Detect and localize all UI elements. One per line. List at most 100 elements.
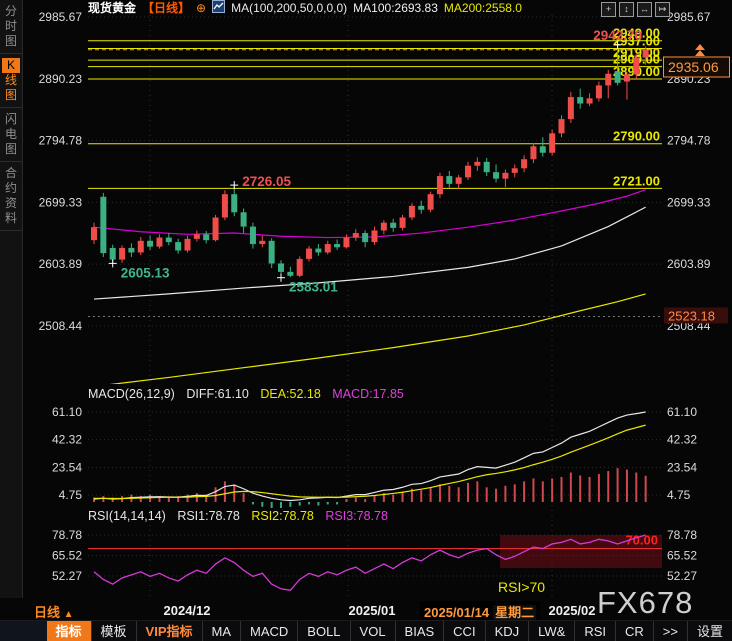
candle-body	[456, 177, 462, 183]
selected-weekday: 星期二	[493, 605, 536, 620]
macd-y-axis-label-right: 42.32	[667, 433, 697, 447]
toolbar-item-设置[interactable]: 设置	[687, 621, 732, 641]
candle-body	[241, 212, 247, 226]
rsi-y-axis-label-left: 65.52	[52, 548, 82, 562]
macd-hist-bar	[551, 478, 553, 502]
toolbar-item-CCI[interactable]: CCI	[443, 621, 484, 641]
sidebar-tab-0[interactable]: 分时图	[0, 0, 22, 54]
main-y-axis-label-left: 2699.33	[39, 195, 83, 209]
sidebar-tab-char: 图	[0, 88, 22, 103]
ma-line-MA50	[94, 190, 646, 238]
sidebar-tab-1[interactable]: K线图	[0, 54, 22, 108]
rsi2-value: RSI2:78.78	[251, 509, 314, 523]
candle-body	[91, 227, 97, 240]
trading-app: 分时图K线图闪电图合约资料 现货黄金【日线】 ⊕ MA(100,200,50,0…	[0, 0, 732, 641]
add-compare-icon[interactable]: ⊕	[196, 1, 206, 15]
macd-hist-bar	[420, 490, 422, 502]
candle-body	[269, 241, 275, 264]
candle-body	[446, 176, 452, 184]
candle-body	[400, 217, 406, 227]
period-selector[interactable]: 日线 ▲	[34, 602, 74, 621]
toolbar-item->>[interactable]: >>	[653, 621, 687, 641]
toolbar-item-BIAS[interactable]: BIAS	[395, 621, 444, 641]
ma-line-MA200	[94, 294, 646, 387]
macd-y-axis-label-left: 23.54	[52, 460, 82, 474]
sidebar-tab-char: 图	[0, 34, 22, 49]
macd-hist-bar	[448, 486, 450, 502]
sidebar-tab-2[interactable]: 闪电图	[0, 108, 22, 162]
macd-hist-bar	[645, 476, 647, 502]
macd-params-label[interactable]: MACD(26,12,9)	[88, 387, 175, 401]
candle-body	[297, 259, 303, 276]
macd-hist-bar	[589, 477, 591, 502]
macd-hist-bar	[514, 484, 516, 502]
bottom-toolbar: 指标模板VIP指标MAMACDBOLLVOLBIASCCIKDJLW&RSICR…	[0, 620, 732, 641]
zoom-horizontal-icon[interactable]: ↔	[637, 2, 652, 17]
macd-hist-bar	[476, 481, 478, 502]
candle-body	[278, 263, 284, 271]
price-up-arrows-icon	[695, 44, 705, 56]
macd-hist-bar	[579, 475, 581, 502]
macd-hist-bar	[542, 481, 544, 502]
candle-body	[156, 238, 162, 247]
toolbar-item-BOLL[interactable]: BOLL	[297, 621, 349, 641]
candle-body	[587, 98, 593, 103]
candle-body	[381, 223, 387, 231]
macd-dea-value: DEA:52.18	[260, 387, 320, 401]
chart-style-icon[interactable]	[212, 0, 225, 16]
toolbar-item-LW&[interactable]: LW&	[528, 621, 574, 641]
crosshair-tool-icon[interactable]: +	[601, 2, 616, 17]
candle-body	[110, 248, 116, 260]
toolbar-item-KDJ[interactable]: KDJ	[485, 621, 529, 641]
ma100-value: MA100:2693.83	[353, 1, 438, 15]
main-y-axis-label-right: 2603.89	[667, 257, 711, 271]
sidebar-tab-3[interactable]: 合约资料	[0, 162, 22, 231]
candle-body	[306, 249, 312, 259]
toolbar-corner	[0, 621, 47, 641]
sidebar-tab-char: 闪	[0, 112, 22, 127]
macd-hist-bar	[243, 493, 245, 502]
toolbar-item-RSI[interactable]: RSI	[574, 621, 615, 641]
macd-hist-bar	[261, 502, 263, 507]
candle-body	[409, 206, 415, 218]
candle-body	[250, 227, 256, 244]
toolbar-item-CR[interactable]: CR	[615, 621, 653, 641]
candle-body	[568, 97, 574, 119]
chart-canvas[interactable]: 2985.672985.672890.232890.232794.782794.…	[0, 0, 732, 641]
sidebar-tab-char: 分	[0, 4, 22, 19]
price-annotation: 2583.01	[289, 280, 338, 295]
ma200-value: MA200:2558.0	[444, 1, 522, 15]
candle-body	[353, 233, 359, 238]
candle-body	[577, 97, 583, 103]
toolbar-item-MACD[interactable]: MACD	[240, 621, 297, 641]
macd-hist-bar	[626, 470, 628, 502]
current-price-value: 2935.06	[668, 59, 719, 75]
macd-y-axis-label-left: 4.75	[59, 488, 83, 502]
price-annotation: 2942.70	[593, 28, 642, 43]
period-tag[interactable]: 【日线】	[142, 0, 190, 16]
toolbar-item-指标[interactable]: 指标	[47, 621, 91, 641]
candle-body	[222, 194, 228, 217]
toolbar-item-模板[interactable]: 模板	[91, 621, 136, 641]
macd-hist-bar	[299, 502, 301, 506]
macd-hist-bar	[607, 471, 609, 502]
rsi-y-axis-label-left: 52.27	[52, 569, 82, 583]
toolbar-item-VIP指标[interactable]: VIP指标	[136, 621, 202, 641]
macd-y-axis-label-left: 61.10	[52, 405, 82, 419]
candle-body	[643, 50, 649, 58]
macd-hist-bar	[289, 502, 291, 507]
candle-body	[390, 223, 396, 228]
ma-settings-label[interactable]: MA(100,200,50,0,0,0)	[231, 1, 347, 15]
rsi-y-axis-label-right: 78.78	[667, 528, 697, 542]
zoom-vertical-icon[interactable]: ↕	[619, 2, 634, 17]
rsi-params-label[interactable]: RSI(14,14,14)	[88, 509, 166, 523]
rsi3-value: RSI3:78.78	[325, 509, 388, 523]
macd-dea-line	[94, 425, 646, 498]
toolbar-item-VOL[interactable]: VOL	[350, 621, 395, 641]
pan-right-icon[interactable]: ↦	[655, 2, 670, 17]
toolbar-item-MA[interactable]: MA	[202, 621, 241, 641]
macd-y-axis-label-left: 42.32	[52, 433, 82, 447]
candle-body	[502, 173, 508, 179]
sidebar-tab-char: 合	[0, 166, 22, 181]
macd-hist-bar	[252, 502, 254, 504]
